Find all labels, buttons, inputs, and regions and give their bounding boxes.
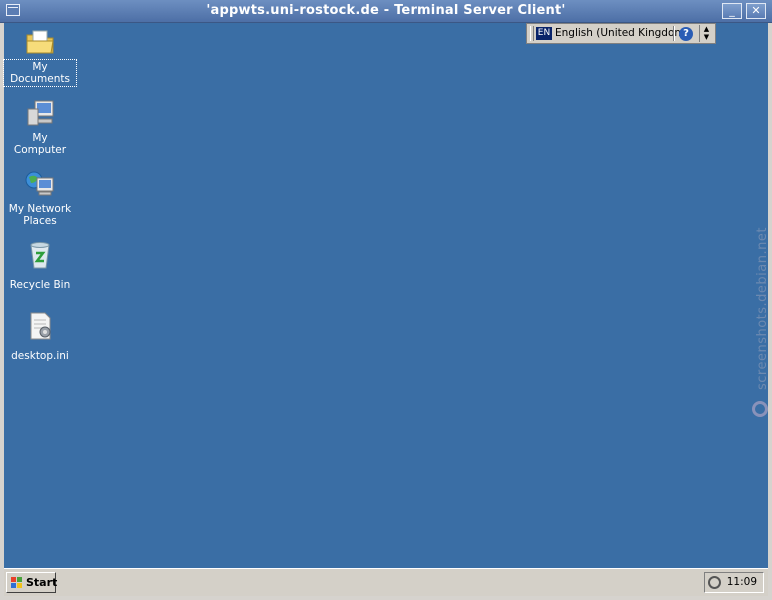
my-computer-icon bbox=[24, 97, 56, 129]
system-tray: 11:09 bbox=[704, 572, 764, 593]
window-title: 'appwts.uni-rostock.de - Terminal Server… bbox=[206, 3, 566, 18]
language-bar[interactable]: EN English (United Kingdom) ? ▲ ▼ bbox=[526, 23, 716, 44]
desktop-icon-recycle-bin[interactable]: Recycle Bin bbox=[4, 239, 76, 292]
clock[interactable]: 11:09 bbox=[727, 576, 757, 588]
minimize-button[interactable]: _ bbox=[722, 3, 742, 19]
icon-label: My Network Places bbox=[8, 203, 72, 227]
desktop-icon-desktop-ini[interactable]: desktop.ini bbox=[4, 310, 76, 363]
ini-file-icon bbox=[24, 310, 56, 342]
language-code-badge[interactable]: EN bbox=[536, 27, 552, 40]
help-icon[interactable]: ? bbox=[679, 27, 693, 41]
icon-label: My Documents bbox=[3, 59, 77, 87]
desktop-icon-my-computer[interactable]: My Computer bbox=[4, 97, 76, 157]
close-button[interactable]: ✕ bbox=[746, 3, 766, 19]
watermark-text: screenshots.debian.net bbox=[755, 227, 770, 390]
my-documents-folder-icon bbox=[24, 26, 56, 58]
remote-desktop[interactable]: My Documents My Computer My Network Plac… bbox=[3, 23, 768, 568]
icon-label: desktop.ini bbox=[11, 350, 69, 362]
start-button[interactable]: Start bbox=[6, 572, 58, 593]
desktop-icon-my-documents[interactable]: My Documents bbox=[3, 26, 77, 87]
network-places-icon bbox=[24, 168, 56, 200]
debian-swirl-icon bbox=[752, 401, 768, 417]
language-bar-separator bbox=[673, 26, 675, 41]
language-bar-grip[interactable] bbox=[530, 26, 534, 41]
language-bar-options-button[interactable]: ▲ ▼ bbox=[699, 25, 713, 42]
window-title-bar[interactable]: 'appwts.uni-rostock.de - Terminal Server… bbox=[0, 0, 772, 23]
icon-label: Recycle Bin bbox=[9, 279, 71, 291]
tray-status-icon[interactable] bbox=[708, 576, 721, 589]
desktop-icon-my-network-places[interactable]: My Network Places bbox=[4, 168, 76, 228]
windows-flag-icon bbox=[11, 577, 23, 589]
start-label: Start bbox=[26, 576, 58, 589]
icon-label: My Computer bbox=[13, 132, 67, 156]
watermark: screenshots.debian.net bbox=[752, 185, 770, 390]
taskbar: Start 11:09 bbox=[4, 568, 768, 596]
recycle-bin-icon bbox=[24, 239, 56, 271]
input-language[interactable]: English (United Kingdom) bbox=[555, 27, 689, 39]
